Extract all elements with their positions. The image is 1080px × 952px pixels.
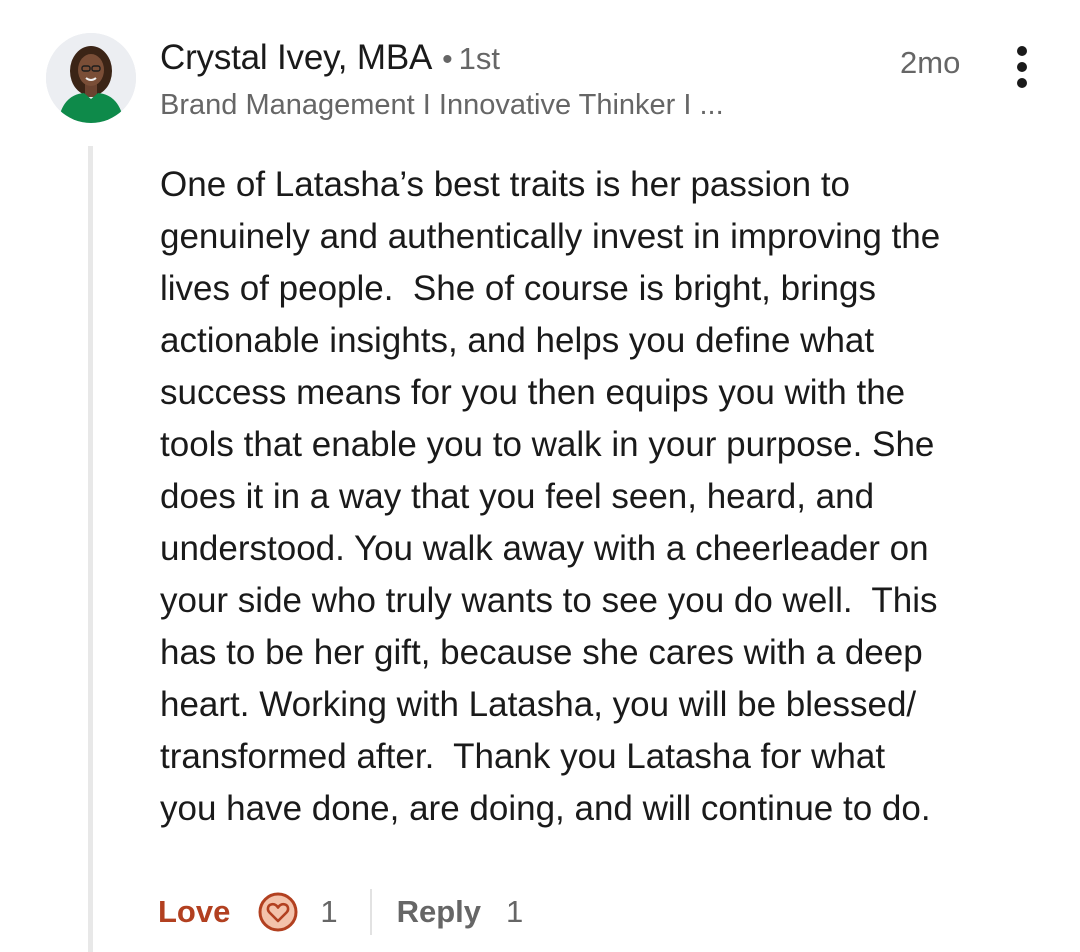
reaction-count[interactable]: 1	[320, 894, 337, 930]
comment-text-line: transformed after. Thank you Latasha for…	[160, 737, 886, 776]
author-name[interactable]: Crystal Ivey, MBA	[160, 38, 432, 78]
degree-separator: •	[442, 43, 453, 76]
connection-degree: 1st	[458, 41, 500, 76]
comment-text-line: lives of people. She of course is bright…	[160, 269, 876, 308]
thread-line	[88, 146, 93, 952]
love-reaction-button[interactable]: Love	[158, 894, 230, 930]
comment-text-line: your side who truly wants to see you do …	[160, 581, 938, 620]
author-avatar[interactable]	[46, 33, 136, 123]
comment-text-line: heart. Working with Latasha, you will be…	[160, 685, 917, 724]
comment-text-line: you have done, are doing, and will conti…	[160, 789, 931, 828]
comment-header: Crystal Ivey, MBA • 1st	[160, 38, 500, 88]
comment-timestamp: 2mo	[900, 45, 961, 80]
comment-text-line: actionable insights, and helps you defin…	[160, 321, 875, 360]
comment-text-line: does it in a way that you feel seen, hea…	[160, 477, 875, 516]
comment-actions: Love 1 Reply 1	[158, 884, 523, 940]
avatar-photo	[46, 33, 136, 123]
actions-divider	[369, 889, 372, 935]
reply-count[interactable]: 1	[506, 894, 523, 930]
comment-text-line: has to be her gift, because she cares wi…	[160, 633, 923, 672]
reply-button[interactable]: Reply	[397, 894, 481, 930]
more-options-button[interactable]	[1004, 44, 1040, 90]
love-heart-icon[interactable]	[258, 892, 298, 932]
comment-text-line: success means for you then equips you wi…	[160, 373, 906, 412]
comment-text-line: understood. You walk away with a cheerle…	[160, 529, 929, 568]
comment-text-line: tools that enable you to walk in your pu…	[160, 425, 935, 464]
comment-text: One of Latasha’s best traits is her pass…	[160, 159, 1065, 835]
author-headline: Brand Management I Innovative Thinker I …	[160, 89, 724, 121]
comment-text-line: One of Latasha’s best traits is her pass…	[160, 165, 851, 204]
comment-text-line: genuinely and authentically invest in im…	[160, 217, 941, 256]
